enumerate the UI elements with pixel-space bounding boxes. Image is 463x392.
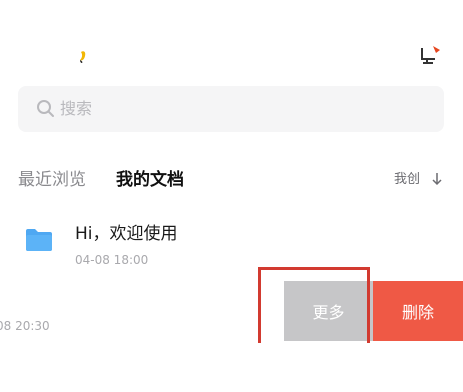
search-icon [36, 99, 56, 119]
folder-icon [25, 227, 53, 252]
logo-icon [72, 40, 92, 68]
search-placeholder: 搜索 [60, 99, 93, 118]
delete-button[interactable]: 删除 [373, 281, 463, 341]
tab-my-documents[interactable]: 我的文档 [116, 168, 184, 192]
document-date: 08 20:30 [0, 319, 50, 333]
document-title[interactable]: Hi，欢迎使用 [75, 222, 178, 246]
sort-icon[interactable] [430, 170, 444, 188]
document-date: 04-08 18:00 [75, 253, 149, 267]
new-document-icon[interactable] [418, 40, 444, 68]
tab-recent[interactable]: 最近浏览 [18, 168, 86, 192]
sort-filter-label[interactable]: 我创 [394, 171, 420, 189]
more-button[interactable]: 更多 [284, 281, 373, 341]
search-bar[interactable]: 搜索 [18, 86, 444, 132]
